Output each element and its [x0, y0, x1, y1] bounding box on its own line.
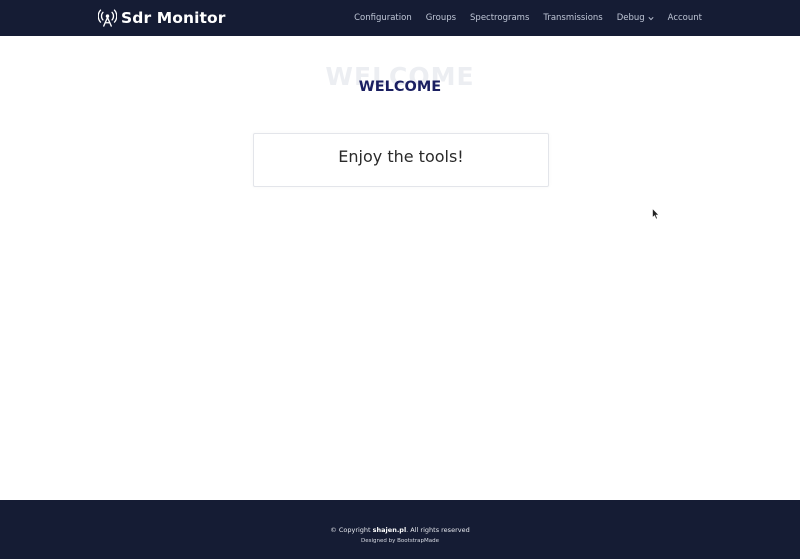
nav-debug-label: Debug: [616, 13, 645, 23]
main-nav: Configuration Groups Spectrograms Transm…: [354, 0, 702, 36]
copyright-suffix: . All rights reserved: [406, 526, 470, 534]
brand-logo[interactable]: Sdr Monitor: [98, 7, 226, 29]
welcome-card-text: Enjoy the tools!: [338, 147, 464, 166]
copyright-text: © Copyright shajen.pl. All rights reserv…: [0, 526, 800, 534]
nav-account[interactable]: Account: [668, 13, 702, 23]
brand-name: Sdr Monitor: [121, 9, 226, 27]
broadcast-tower-icon: [98, 9, 117, 27]
nav-debug[interactable]: Debug: [617, 13, 654, 23]
chevron-down-icon: [648, 16, 654, 20]
copyright-prefix: © Copyright: [330, 526, 371, 534]
welcome-card: Enjoy the tools!: [253, 133, 549, 187]
copyright-site: shajen.pl: [372, 526, 407, 534]
nav-configuration[interactable]: Configuration: [354, 13, 412, 23]
nav-transmissions[interactable]: Transmissions: [543, 13, 602, 23]
page-title: WELCOME: [358, 79, 442, 95]
mouse-cursor-icon: [652, 208, 660, 220]
site-header: Sdr Monitor Configuration Groups Spectro…: [0, 0, 800, 36]
section-title: WELCOME WELCOME: [0, 62, 800, 102]
credits-text: Designed by BootstrapMade: [361, 538, 439, 544]
nav-groups[interactable]: Groups: [426, 13, 456, 23]
site-footer: © Copyright shajen.pl. All rights reserv…: [0, 500, 800, 559]
nav-spectrograms[interactable]: Spectrograms: [470, 13, 529, 23]
